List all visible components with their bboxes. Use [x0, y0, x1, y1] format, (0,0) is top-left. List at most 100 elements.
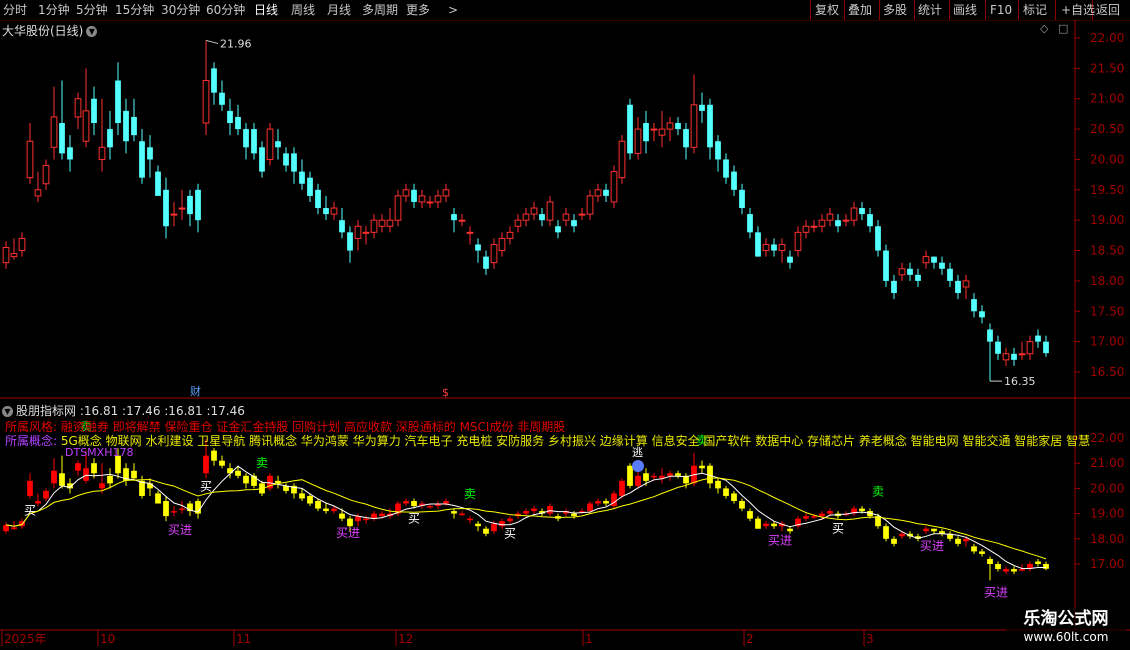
- price-tick-label: 20.00: [1090, 152, 1124, 166]
- indicator-name: DTSMXH178: [65, 446, 134, 459]
- signal-buy: 买: [504, 527, 516, 541]
- indicator-bar: [1011, 569, 1017, 572]
- candle-body: [891, 280, 897, 294]
- candle-body: [330, 207, 338, 215]
- price-tick-label: 18.00: [1090, 274, 1124, 288]
- candle-body: [755, 232, 761, 257]
- indicator-bar: [987, 558, 993, 564]
- indicator-bar: [491, 523, 497, 532]
- candle-body: [835, 220, 841, 227]
- main-panel-title[interactable]: 大华股份(日线) ▼: [2, 22, 98, 39]
- candle-body: [386, 219, 394, 227]
- candle-body: [299, 171, 305, 184]
- indicator-bar: [651, 475, 657, 478]
- candle-body: [618, 140, 626, 179]
- indicator-bar: [547, 506, 553, 514]
- diamond-icon[interactable]: ◇: [1040, 22, 1048, 35]
- signal-buy_in: 买进: [168, 523, 192, 537]
- indicator-bar: [899, 533, 905, 537]
- indicator-bar: [667, 473, 673, 476]
- indicator-bar: [787, 528, 793, 532]
- candle-body: [571, 220, 577, 227]
- watermark-title: 乐淘公式网: [1023, 609, 1109, 629]
- chevron-down-icon[interactable]: ▼: [86, 26, 98, 37]
- candle-body: [922, 256, 930, 264]
- indicator-bar: [763, 523, 769, 527]
- candle-body: [483, 256, 489, 269]
- candle-body: [690, 104, 698, 148]
- candle-body: [971, 299, 977, 312]
- candle-body: [339, 220, 345, 233]
- candle-body: [962, 280, 970, 288]
- candle-body: [107, 129, 113, 148]
- signal-buy: 买: [408, 512, 420, 526]
- candle-body: [219, 92, 225, 105]
- candle-body: [699, 104, 705, 111]
- square-icon[interactable]: □: [1058, 22, 1068, 35]
- indicator-bar: [331, 508, 337, 512]
- signal-sell: 卖: [256, 456, 268, 470]
- indicator-bar: [923, 528, 929, 532]
- watermark-url: www.60lt.com: [1023, 630, 1109, 644]
- indicator-bar: [827, 511, 833, 514]
- price-tick-label: 18.50: [1090, 244, 1124, 258]
- time-axis-label: 12: [398, 632, 413, 646]
- indicator-bar: [307, 495, 313, 504]
- time-axis-label: 10: [100, 632, 115, 646]
- indicator-bar: [443, 501, 449, 504]
- candle-body: [859, 208, 865, 215]
- signal-buy: 买: [24, 503, 36, 517]
- indicator-bar: [91, 463, 97, 474]
- candle-body: [955, 280, 961, 294]
- time-axis-label: 2: [746, 632, 754, 646]
- candle-body: [347, 232, 353, 251]
- candle-body: [586, 195, 594, 215]
- candle-body: [50, 116, 58, 148]
- candle-body: [539, 214, 545, 221]
- indicator-panel-title[interactable]: ▼ 股朋指标网 :16.81 :17.46 :16.81 :17.46: [2, 402, 245, 419]
- indicator-bar: [1035, 561, 1041, 564]
- candle-body: [211, 68, 217, 93]
- indicator-tick-label: 17.00: [1090, 557, 1124, 571]
- candle-body: [466, 231, 474, 234]
- signal-buy_in: 买进: [768, 534, 792, 548]
- indicator-bar: [715, 480, 721, 489]
- indicator-bar: [531, 508, 537, 512]
- stock-name-label: 大华股份(日线): [2, 24, 84, 38]
- indicator-bar: [211, 450, 217, 461]
- indicator-bar: [347, 518, 353, 527]
- candle-body: [67, 147, 73, 160]
- candle-body: [323, 208, 329, 215]
- concept-label: 所属概念:: [5, 434, 58, 448]
- candle-body: [707, 104, 713, 148]
- indicator-bar: [235, 470, 241, 476]
- candle-body: [610, 171, 618, 203]
- chevron-down-icon[interactable]: ▼: [2, 406, 13, 417]
- candle-body: [115, 80, 121, 124]
- candle-body: [627, 104, 633, 154]
- indicator-bar: [755, 518, 761, 529]
- indicator-bar: [203, 455, 209, 474]
- candle-body: [530, 207, 538, 215]
- indicator-bar: [891, 538, 897, 544]
- candle-body: [883, 250, 889, 281]
- low-price-label: 16.35: [1004, 375, 1036, 388]
- ma-fast-line: [5, 465, 1046, 569]
- indicator-bar: [595, 501, 601, 504]
- candle-body: [715, 141, 721, 160]
- candle-body: [683, 129, 689, 148]
- concept-text: 5G概念 物联网 水利建设 卫星导航 腾讯概念 华为鸿蒙 华为算力 汽车电子 充…: [60, 434, 1091, 448]
- candle-body: [498, 237, 506, 252]
- indicator-bar: [155, 493, 161, 504]
- indicator-bar: [43, 490, 49, 499]
- candle-body: [283, 153, 289, 166]
- price-tick-label: 21.00: [1090, 92, 1124, 106]
- indicator-bar: [883, 526, 889, 539]
- candle-body: [658, 128, 666, 136]
- indicator-bar: [635, 475, 641, 486]
- signal-buy: 买: [200, 479, 212, 493]
- indicator-bar: [603, 501, 609, 504]
- candle-body: [42, 165, 50, 185]
- watermark: 乐淘公式网 www.60lt.com: [1006, 608, 1126, 644]
- candle-body: [818, 219, 826, 227]
